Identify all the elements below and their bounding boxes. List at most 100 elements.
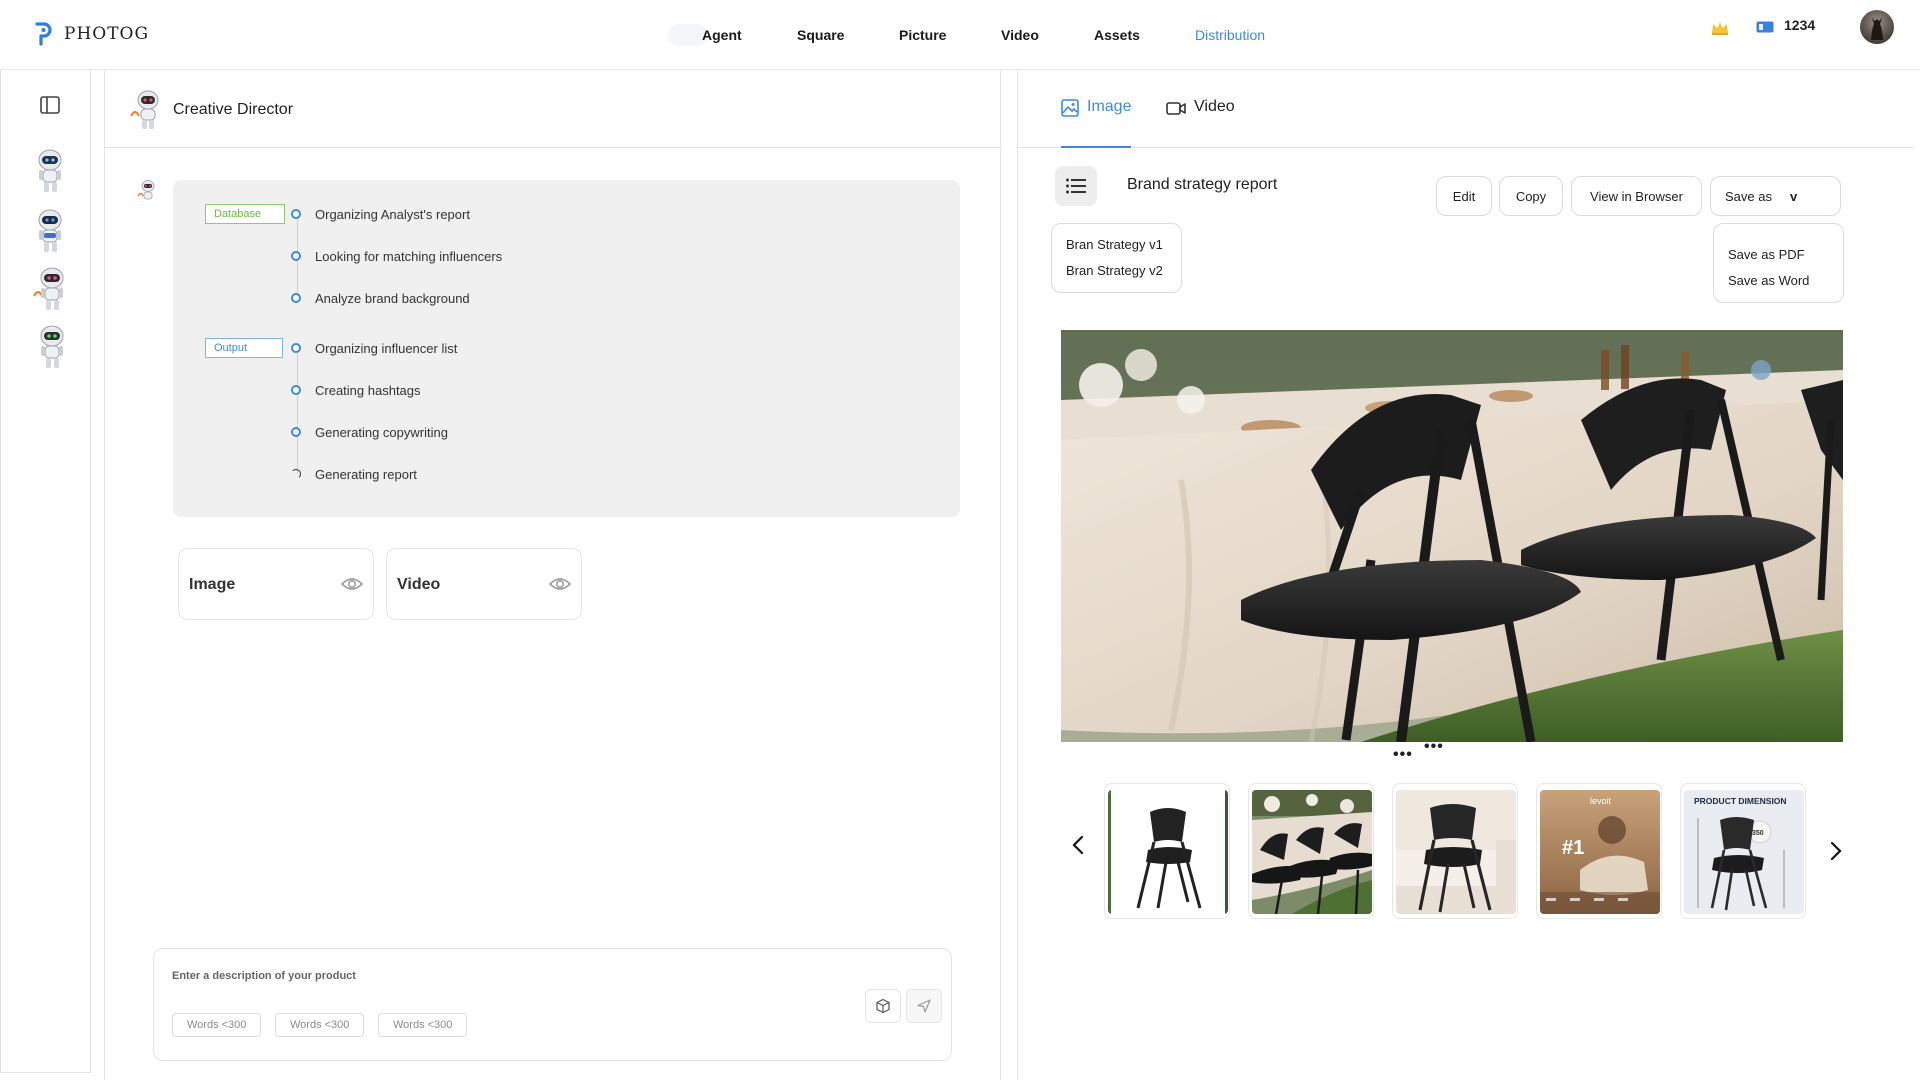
save-as-pdf-option[interactable]: Save as PDF	[1714, 242, 1843, 268]
attach-3d-button[interactable]	[865, 989, 901, 1023]
edit-button[interactable]: Edit	[1436, 176, 1492, 216]
step-item: Creating hashtags	[291, 380, 421, 400]
word-limit-chip[interactable]: Words <300	[275, 1013, 365, 1037]
copy-button[interactable]: Copy	[1499, 176, 1563, 216]
step-done-dot-icon	[291, 343, 301, 353]
product-dimension-image: PRODUCT DIMENSION 350	[1684, 790, 1804, 914]
step-label: Looking for matching influencers	[315, 248, 503, 264]
send-button[interactable]	[906, 989, 942, 1023]
step-label: Organizing Analyst's report	[315, 206, 470, 222]
output-tag: Output	[205, 338, 283, 358]
send-icon	[917, 999, 931, 1013]
user-avatar[interactable]	[1860, 10, 1894, 44]
report-menu-button[interactable]	[1055, 166, 1097, 206]
version-option[interactable]: Bran Strategy v1	[1052, 232, 1181, 258]
word-limit-chip[interactable]: Words <300	[172, 1013, 262, 1037]
composer: Words <300 Words <300 Words <300	[153, 948, 952, 1061]
robot-agent-icon[interactable]	[31, 208, 71, 254]
chat-panel: Creative Director Database Output Organi…	[104, 70, 1002, 1080]
step-item: Looking for matching influencers	[291, 246, 502, 266]
image-result-card[interactable]: Image	[178, 548, 374, 620]
save-as-button[interactable]: Save as v	[1710, 176, 1841, 216]
levoit-brand-text: levoit	[1590, 796, 1612, 806]
creative-director-avatar-icon	[130, 90, 159, 129]
dimension-heading-text: PRODUCT DIMENSION	[1694, 796, 1787, 806]
thumbnail-product-dimension[interactable]: PRODUCT DIMENSION 350	[1680, 783, 1806, 919]
carousel-next-button[interactable]	[1826, 836, 1846, 866]
save-as-word-option[interactable]: Save as Word	[1714, 268, 1843, 294]
step-label: Analyze brand background	[315, 290, 470, 306]
eye-icon[interactable]	[341, 575, 363, 593]
chairs-outdoor-photo	[1061, 330, 1843, 742]
eye-icon[interactable]	[549, 575, 571, 593]
preview-panel: Image Video Brand strategy report Edit C…	[1017, 70, 1915, 1080]
report-title: Brand strategy report	[1127, 176, 1278, 193]
top-bar: PHOTOG Agent Square Picture Video Assets…	[0, 0, 1920, 70]
chevron-down-icon: v	[1789, 188, 1798, 204]
nav-item-video[interactable]: Video	[1001, 22, 1039, 48]
nav-item-square[interactable]: Square	[797, 22, 844, 48]
chair-product-photo	[1108, 790, 1228, 914]
thumbnail-image	[1396, 790, 1516, 914]
product-description-input[interactable]	[172, 965, 692, 987]
card-label: Image	[189, 576, 236, 593]
list-icon	[1066, 178, 1086, 194]
loading-dots-icon: •••	[1393, 746, 1413, 763]
brand-name: PHOTOG	[64, 24, 150, 44]
left-rail	[0, 70, 91, 1073]
avatar-silhouette-icon	[1871, 18, 1883, 40]
nav-item-distribution[interactable]: Distribution	[1195, 22, 1265, 48]
message-avatar-icon	[137, 180, 155, 200]
step-label: Organizing influencer list	[315, 340, 458, 356]
step-done-dot-icon	[291, 209, 301, 219]
sidebar-toggle-icon[interactable]	[40, 96, 60, 114]
save-as-label: Save as	[1725, 188, 1772, 204]
step-item: Organizing Analyst's report	[291, 204, 470, 224]
nav-item-agent[interactable]: Agent	[702, 22, 742, 48]
hero-preview-image[interactable]	[1061, 330, 1843, 742]
card-label: Video	[397, 576, 441, 593]
chairs-outdoor-table-photo	[1252, 790, 1372, 914]
dimension-badge-text: 350	[1752, 830, 1764, 837]
levoit-ad-image: levoit #1	[1540, 790, 1660, 914]
tab-image[interactable]: Image	[1061, 98, 1132, 148]
thumbnail-chair-white[interactable]	[1104, 783, 1230, 919]
step-done-dot-icon	[291, 427, 301, 437]
step-label: Creating hashtags	[315, 382, 421, 398]
database-tag: Database	[205, 204, 285, 224]
chat-header: Creative Director	[105, 70, 1002, 148]
crown-icon[interactable]	[1710, 18, 1730, 38]
robot-agent-icon[interactable]	[31, 266, 71, 312]
credits-count: 1234	[1784, 17, 1816, 33]
carousel-prev-button[interactable]	[1068, 830, 1088, 860]
app-root: PHOTOG Agent Square Picture Video Assets…	[0, 0, 1920, 1080]
nav-item-picture[interactable]: Picture	[899, 22, 946, 48]
thumbnail-chairs-outdoor[interactable]	[1248, 783, 1374, 919]
step-done-dot-icon	[291, 251, 301, 261]
nav-item-assets[interactable]: Assets	[1094, 22, 1140, 48]
step-item: Analyze brand background	[291, 288, 470, 308]
preview-tabs: Image Video	[1018, 70, 1915, 148]
robot-agent-icon[interactable]	[31, 148, 71, 194]
thumbnail-chair-indoor[interactable]	[1392, 783, 1518, 919]
step-done-dot-icon	[291, 385, 301, 395]
robot-agent-icon[interactable]	[31, 324, 71, 370]
step-item: Organizing influencer list	[291, 338, 457, 358]
logo[interactable]: PHOTOG	[34, 22, 149, 46]
thumbnail-image: PRODUCT DIMENSION 350	[1684, 790, 1804, 914]
word-limit-chip[interactable]: Words <300	[378, 1013, 468, 1037]
video-result-card[interactable]: Video	[386, 548, 582, 620]
image-icon	[1061, 99, 1079, 117]
step-item: Generating report	[291, 464, 417, 484]
task-progress-box: Database Output Organizing Analyst's rep…	[173, 180, 960, 517]
credits-icon	[1756, 21, 1774, 33]
logo-icon	[35, 22, 52, 46]
cube-icon	[876, 998, 890, 1014]
chevron-right-icon	[1830, 841, 1842, 861]
tab-video[interactable]: Video	[1166, 98, 1235, 148]
version-option[interactable]: Bran Strategy v2	[1052, 258, 1181, 284]
view-in-browser-button[interactable]: View in Browser	[1571, 176, 1702, 216]
thumbnail-levoit-ad[interactable]: levoit #1	[1536, 783, 1662, 919]
chair-indoor-photo	[1396, 790, 1516, 914]
step-done-dot-icon	[291, 293, 301, 303]
